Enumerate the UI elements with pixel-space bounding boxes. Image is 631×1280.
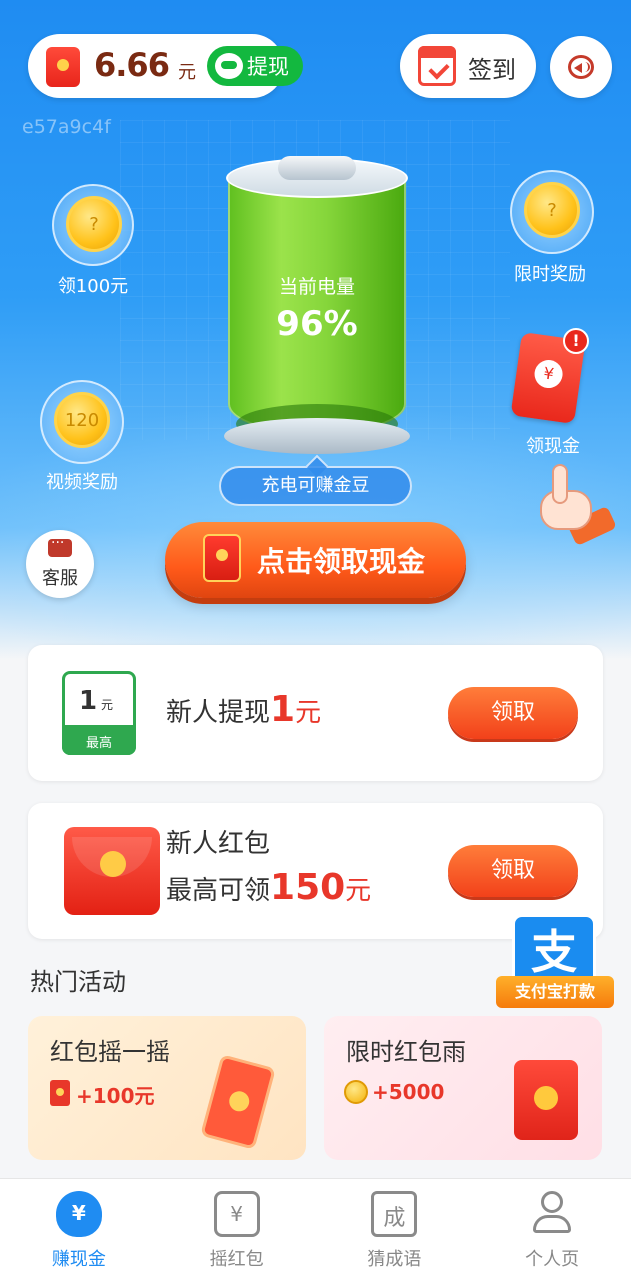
claim-cash-label: 点击领取现金 xyxy=(257,545,426,578)
charge-hint: 充电可赚金豆 xyxy=(219,466,412,506)
idiom-icon xyxy=(371,1191,418,1237)
wechat-icon xyxy=(215,53,243,79)
device-id: e57a9c4f xyxy=(22,116,111,138)
alipay-payout-badge[interactable]: 支 支付宝打款 xyxy=(496,914,614,1018)
video-coin-icon: 120 xyxy=(54,392,110,448)
certificate-icon: 1 元 最高 xyxy=(62,671,136,755)
coin-100-label: 领100元 xyxy=(57,276,129,297)
tab-guess-idiom[interactable]: 猜成语 xyxy=(316,1179,474,1280)
newbie-withdraw-unit: 元 xyxy=(295,698,322,728)
newbie-withdraw-text: 新人提现1元 xyxy=(166,689,321,730)
activity-reward: +100元 xyxy=(76,1084,155,1108)
alipay-ribbon: 支付宝打款 xyxy=(496,976,614,1008)
tab-label: 个人页 xyxy=(525,1249,580,1270)
activity-reward: +5000 xyxy=(372,1080,445,1104)
sound-toggle-button[interactable] xyxy=(550,36,612,98)
question-coin-icon: ? xyxy=(66,196,122,252)
chat-icon xyxy=(48,535,72,557)
calendar-check-icon xyxy=(418,46,456,86)
balance-amount: 6.66 xyxy=(94,46,170,84)
cash-label: 领现金 xyxy=(526,436,580,457)
hot-activities-title: 热门活动 xyxy=(30,968,126,996)
newbie-redpacket-text: 最高可领150元 xyxy=(166,867,371,908)
red-envelope-rain-illustration xyxy=(514,1060,578,1140)
signin-label: 签到 xyxy=(468,56,516,84)
cert-value: 1 xyxy=(79,686,98,716)
newbie-redpacket-title: 新人红包 xyxy=(166,829,271,859)
limited-reward-label: 限时奖励 xyxy=(514,264,586,285)
claim-button[interactable]: 领取 xyxy=(448,687,578,739)
tab-label: 赚现金 xyxy=(51,1249,106,1270)
red-packet-icon xyxy=(46,47,80,87)
user-icon xyxy=(529,1191,575,1237)
coin-symbol: ? xyxy=(547,199,557,221)
activity-card-rain[interactable]: 限时红包雨 +5000 xyxy=(324,1016,602,1160)
red-envelope-icon xyxy=(50,1080,70,1106)
red-envelope-icon xyxy=(64,827,160,915)
video-reward-label: 视频奖励 xyxy=(46,472,118,493)
battery-knob xyxy=(278,156,356,180)
customer-service-label: 客服 xyxy=(42,568,78,589)
activity-card-shake[interactable]: 红包摇一摇 +100元 xyxy=(28,1016,306,1160)
cert-badge: 最高 xyxy=(85,736,112,751)
balance-pill[interactable]: 6.66 元 提现 xyxy=(28,34,303,98)
bottom-tab-bar: 赚现金 摇红包 猜成语 个人页 xyxy=(0,1178,631,1280)
red-envelope-icon xyxy=(203,534,241,582)
alert-badge: ! xyxy=(563,328,589,354)
newbie-redpacket-amount: 150 xyxy=(270,867,346,908)
money-bag-icon xyxy=(55,1191,102,1237)
phone-shake-illustration xyxy=(200,1054,276,1150)
customer-service-button[interactable]: 客服 xyxy=(26,530,94,598)
tab-label: 摇红包 xyxy=(209,1249,264,1270)
withdraw-button[interactable]: 提现 xyxy=(207,46,303,86)
balance-unit: 元 xyxy=(178,62,196,83)
newbie-redpacket-unit: 元 xyxy=(345,876,372,906)
activity-title: 限时红包雨 xyxy=(346,1038,466,1066)
coin-icon xyxy=(344,1080,368,1104)
battery-base xyxy=(224,418,410,454)
tab-shake-redpacket[interactable]: 摇红包 xyxy=(158,1179,316,1280)
tab-profile[interactable]: 个人页 xyxy=(473,1179,631,1280)
newbie-redpacket-prefix: 最高可领 xyxy=(166,876,271,906)
video-reward-value: 120 xyxy=(64,409,100,431)
newbie-withdraw-card: 1 元 最高 新人提现1元 领取 xyxy=(28,645,603,781)
pointing-hand-icon xyxy=(536,464,618,547)
newbie-withdraw-amount: 1 xyxy=(270,689,296,730)
battery-title: 当前电量 xyxy=(278,276,355,298)
yen-icon: ¥ xyxy=(532,358,565,390)
coin-symbol: ? xyxy=(89,213,99,235)
activity-title: 红包摇一摇 xyxy=(50,1038,170,1066)
withdraw-label: 提现 xyxy=(247,55,289,79)
question-coin-icon: ? xyxy=(524,182,580,238)
signin-button[interactable]: 签到 xyxy=(400,34,536,98)
red-envelope-icon xyxy=(213,1191,260,1237)
cert-unit: 元 xyxy=(101,698,114,712)
battery-level: 96% xyxy=(276,304,358,344)
tab-label: 猜成语 xyxy=(367,1249,422,1270)
claim-button[interactable]: 领取 xyxy=(448,845,578,897)
tab-earn-cash[interactable]: 赚现金 xyxy=(0,1179,158,1280)
newbie-withdraw-prefix: 新人提现 xyxy=(166,698,271,728)
speaker-icon xyxy=(568,55,594,79)
claim-cash-button[interactable]: 点击领取现金 xyxy=(165,522,466,598)
